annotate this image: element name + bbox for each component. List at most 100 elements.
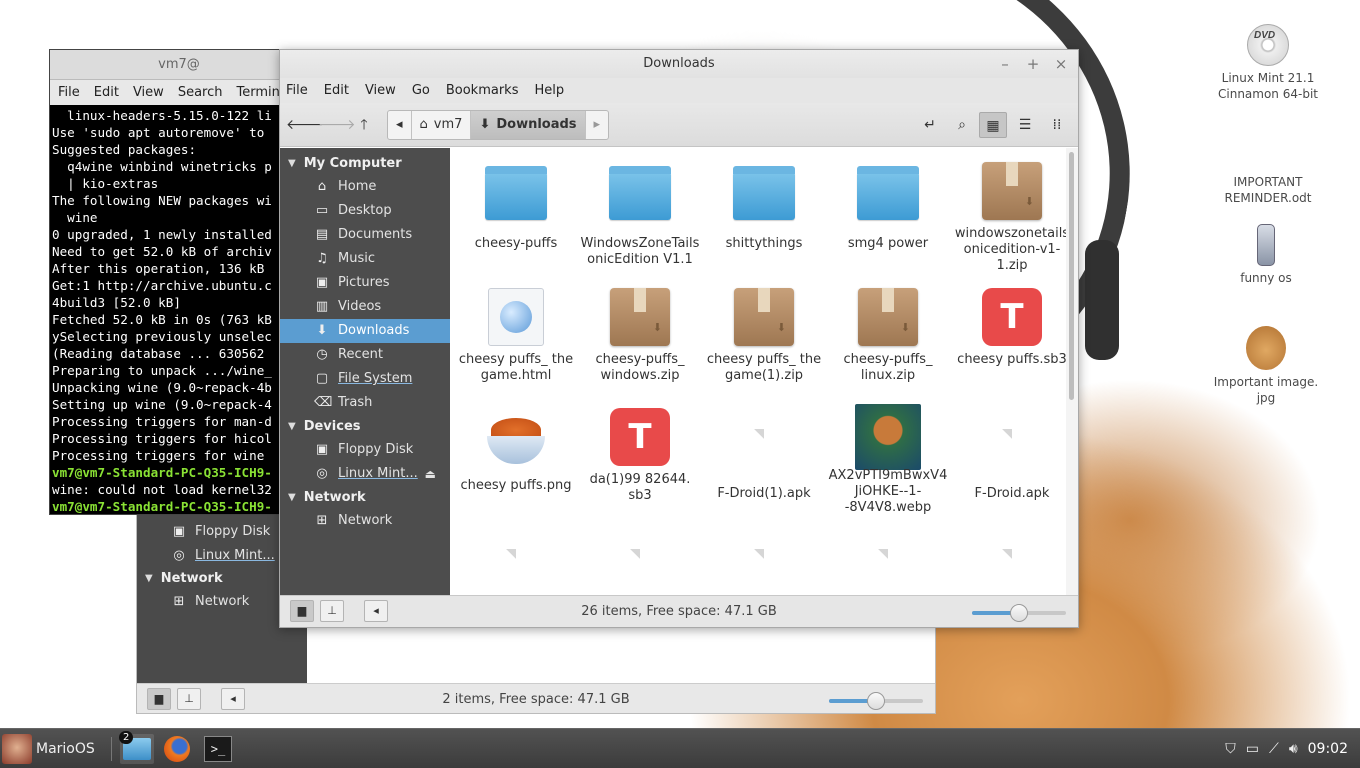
sidebar-item-downloads[interactable]: ⬇ Downloads	[280, 319, 450, 343]
file-grid[interactable]: cheesy-puffs WindowsZoneTailsonicEdition …	[450, 148, 1068, 596]
menu-help[interactable]: Help	[534, 83, 564, 98]
file-item[interactable]: AX2vPTI9mBwxV4JiOHKE--1--8V4V8.webp	[828, 404, 948, 516]
terminal-line: q4wine winbind winetricks p	[52, 159, 272, 174]
network-tray-icon[interactable]: ⟋	[1269, 741, 1279, 757]
file-item[interactable]: F-Droid.apk	[952, 408, 1068, 502]
desktop-icon-funny-os[interactable]: funny os	[1206, 224, 1326, 286]
terminal-line: Fetched 52.0 kB in 0s (763 kB	[52, 312, 272, 327]
desktop-icon-dvd[interactable]: DVD Linux Mint 21.1 Cinnamon 64-bit	[1208, 24, 1328, 102]
menu-bookmarks[interactable]: Bookmarks	[446, 83, 519, 98]
breadcrumb-downloads[interactable]: ⬇ Downloads	[471, 111, 586, 139]
file-item-loading[interactable]	[952, 528, 1068, 559]
zoom-slider-knob[interactable]	[1010, 604, 1028, 622]
desktop-icon-important-image[interactable]: Important image. jpg	[1206, 326, 1326, 406]
sidebar-item-trash[interactable]: ⌫ Trash	[280, 391, 450, 415]
volume-icon[interactable]: 🔊︎	[1289, 741, 1298, 757]
file-item-loading[interactable]	[456, 528, 576, 559]
file-item-loading[interactable]	[580, 528, 700, 559]
file-item[interactable]: F-Droid(1).apk	[704, 408, 824, 502]
menu-edit[interactable]: Edit	[324, 83, 349, 98]
minimize-icon[interactable]: –	[992, 50, 1018, 78]
terminal-line: ySelecting previously unselec	[52, 329, 272, 344]
breadcrumb-right-icon[interactable]: ▸	[586, 111, 609, 139]
start-menu-label: MarioOS	[36, 741, 95, 757]
sidebar-item-linux-mint[interactable]: ◎ Linux Mint... ⏏	[280, 462, 450, 486]
file-item[interactable]: cheesy-puffs	[456, 162, 576, 252]
file-item-loading[interactable]	[828, 528, 948, 559]
terminal-error-line: wine: could not load kernel32	[52, 482, 272, 497]
file-item[interactable]: Tcheesy puffs.sb3	[952, 288, 1068, 368]
menu-go[interactable]: Go	[412, 83, 430, 98]
terminal-menu-file[interactable]: File	[58, 85, 80, 100]
sidebar-item-documents[interactable]: ▤ Documents	[280, 223, 450, 247]
display-icon[interactable]: ▭	[1246, 741, 1259, 757]
sidebar-section-network[interactable]: ▼ Network	[280, 486, 450, 509]
sidebar-section-devices[interactable]: ▼ Devices	[280, 415, 450, 438]
file-item-loading[interactable]	[704, 528, 824, 559]
sidebar-item-network[interactable]: ⊞ Network	[280, 509, 450, 533]
taskbar-file-manager[interactable]: 2	[119, 731, 154, 764]
file-item[interactable]: WindowsZoneTailsonicEdition V1.1	[580, 162, 700, 268]
sidebar-section-my-computer[interactable]: ▼ My Computer	[280, 152, 450, 175]
sidebar-item-label: File System	[338, 371, 413, 386]
file-name: da(1)99 82644. sb3	[589, 472, 691, 503]
menu-view[interactable]: View	[365, 83, 396, 98]
sidebar-item-music[interactable]: ♫ Music	[280, 247, 450, 271]
sidebar-item-home[interactable]: ⌂ Home	[280, 175, 450, 199]
sidebar-item-desktop[interactable]: ▭ Desktop	[280, 199, 450, 223]
terminal-menu-search[interactable]: Search	[178, 85, 223, 100]
maximize-icon[interactable]: +	[1020, 50, 1046, 78]
location-toggle-icon[interactable]: ↵	[916, 112, 944, 138]
list-view-icon[interactable]: ☰	[1011, 112, 1039, 138]
scrollbar-thumb[interactable]	[1069, 152, 1074, 400]
icon-view-icon[interactable]: ▦	[979, 112, 1007, 138]
terminal-output[interactable]: linux-headers-5.15.0-122 li Use 'sudo ap…	[50, 105, 308, 515]
search-icon[interactable]: ⌕	[948, 112, 976, 138]
taskbar-terminal[interactable]: >_	[202, 734, 234, 764]
zoom-slider[interactable]	[829, 692, 923, 710]
file-manager-window[interactable]: Downloads – + × File Edit View Go Bookma…	[279, 49, 1079, 628]
close-icon[interactable]: ×	[1048, 50, 1074, 78]
sidebar-item-recent[interactable]: ◷ Recent	[280, 343, 450, 367]
network-icon: ⊞	[316, 513, 328, 528]
file-item[interactable]: cheesy puffs_ the game.html	[456, 288, 576, 384]
menu-file[interactable]: File	[286, 83, 308, 98]
file-item[interactable]: Tda(1)99 82644. sb3	[580, 408, 700, 504]
sidebar-item-videos[interactable]: ▥ Videos	[280, 295, 450, 319]
file-item[interactable]: cheesy-puffs_ linux.zip	[828, 288, 948, 384]
terminal-menu-view[interactable]: View	[133, 85, 164, 100]
eject-icon[interactable]: ⏏	[425, 462, 436, 486]
start-menu-button[interactable]: MarioOS	[2, 734, 95, 764]
terminal-line: Processing triggers for hicol	[52, 431, 272, 446]
sidebar-item-pictures[interactable]: ▣ Pictures	[280, 271, 450, 295]
up-arrow-icon[interactable]: 🡑	[350, 112, 378, 138]
clock[interactable]: 09:02	[1308, 741, 1348, 757]
terminal-menu-edit[interactable]: Edit	[94, 85, 119, 100]
back-arrow-icon[interactable]: 🡐	[286, 112, 324, 138]
sidebar-item-floppy-disk[interactable]: ▣ Floppy Disk	[280, 438, 450, 462]
vertical-scrollbar[interactable]	[1066, 148, 1078, 596]
taskbar-firefox[interactable]	[162, 734, 192, 764]
forward-arrow-icon[interactable]: 🡒	[318, 112, 356, 138]
terminal-window[interactable]: vm7@ File Edit View Search Terminal linu…	[49, 49, 309, 515]
file-item[interactable]: shittythings	[704, 162, 824, 252]
pictures-icon: ▣	[315, 275, 329, 290]
scratch-file-icon: T	[982, 288, 1042, 346]
file-item[interactable]: smg4 power	[828, 162, 948, 252]
window-titlebar[interactable]: Downloads – + ×	[280, 50, 1078, 78]
sidebar-item-file-system[interactable]: ▢ File System	[280, 367, 450, 391]
sidebar-item-label: Trash	[338, 395, 373, 410]
zoom-slider[interactable]	[972, 604, 1066, 622]
breadcrumb-home[interactable]: ⌂ vm7	[412, 111, 472, 139]
compact-view-icon[interactable]: ⁞⁞	[1043, 112, 1071, 138]
file-item[interactable]: cheesy puffs.png	[456, 408, 576, 494]
file-item[interactable]: cheesy-puffs_ windows.zip	[580, 288, 700, 384]
downloads-icon: ⬇	[316, 323, 328, 338]
file-item[interactable]: cheesy puffs_ the game(1).zip	[704, 288, 824, 384]
breadcrumb-left-icon[interactable]: ◂	[388, 111, 412, 139]
file-item[interactable]: windowszonetailsonicedition-v1-1.zip	[952, 162, 1068, 274]
desktop-icon-reminder[interactable]: IMPORTANT REMINDER.odt	[1208, 174, 1328, 206]
expand-triangle-icon: ▼	[288, 492, 296, 503]
zoom-slider-knob[interactable]	[867, 692, 885, 710]
shield-icon[interactable]: ⛉	[1225, 741, 1236, 757]
